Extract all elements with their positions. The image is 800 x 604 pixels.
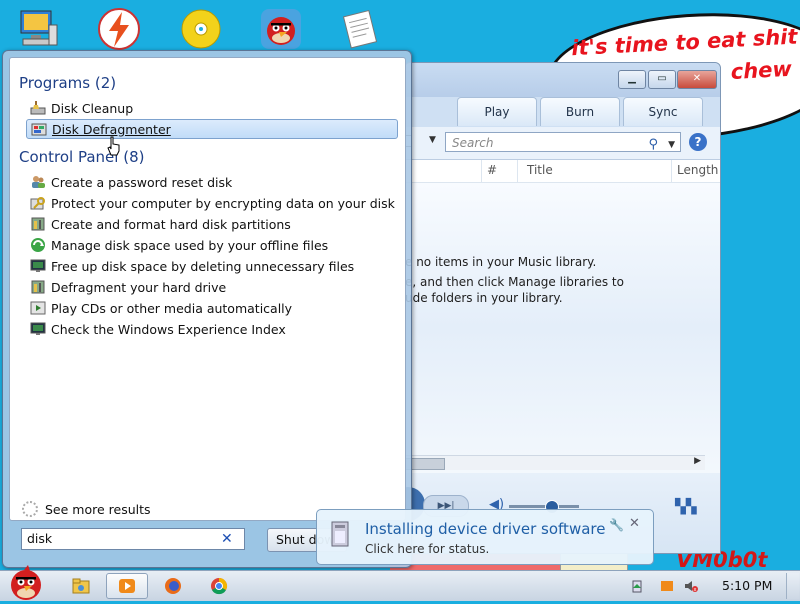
device-driver-icon bbox=[331, 521, 349, 547]
result-encrypt-disk[interactable]: Protect your computer by encrypting data… bbox=[26, 193, 398, 213]
column-divider bbox=[517, 160, 518, 182]
maximize-button[interactable]: ▭ bbox=[648, 70, 676, 89]
clock[interactable]: 5:10 PM bbox=[722, 578, 772, 593]
search-progress-icon bbox=[22, 501, 38, 517]
result-autoplay[interactable]: Play CDs or other media automatically bbox=[26, 298, 398, 318]
angry-bird-start-icon bbox=[11, 565, 41, 600]
result-disk-defragmenter[interactable]: Disk Defragmenter bbox=[26, 119, 398, 139]
column-divider bbox=[671, 160, 672, 182]
taskbar-explorer[interactable] bbox=[60, 573, 102, 599]
control-panel-header[interactable]: Control Panel (8) bbox=[19, 148, 144, 166]
document-icon[interactable] bbox=[338, 6, 384, 52]
media-player-icon bbox=[119, 579, 135, 593]
media-player-toolbar: ▼ Search ⚲ ▼ ? bbox=[405, 127, 720, 160]
empty-library-message-3: ude folders in your library. bbox=[405, 291, 563, 305]
horizontal-scrollbar[interactable]: ▶ bbox=[405, 455, 705, 470]
column-number[interactable]: # bbox=[487, 163, 497, 177]
tab-burn[interactable]: Burn bbox=[540, 97, 620, 126]
notification-status-link[interactable]: Click here for status. bbox=[365, 542, 489, 556]
flash-app-icon[interactable] bbox=[96, 6, 142, 52]
start-search-input[interactable]: disk bbox=[21, 528, 245, 550]
sync-center-icon bbox=[30, 237, 46, 253]
device-install-tray-icon[interactable] bbox=[630, 579, 644, 593]
close-button[interactable]: ✕ bbox=[677, 70, 717, 89]
result-free-up-space[interactable]: Free up disk space by deleting unnecessa… bbox=[26, 256, 398, 276]
switch-to-now-playing-icon[interactable]: ▚▚ bbox=[675, 499, 697, 515]
notification-close-icon[interactable]: ✕ bbox=[629, 516, 640, 531]
start-button[interactable] bbox=[6, 563, 46, 601]
media-search-input[interactable]: Search ⚲ ▼ bbox=[445, 132, 681, 152]
column-divider bbox=[481, 160, 482, 182]
taskbar-chrome[interactable] bbox=[198, 573, 240, 599]
result-defragment-drive[interactable]: Defragment your hard drive bbox=[26, 277, 398, 297]
tab-sync[interactable]: Sync bbox=[623, 97, 703, 126]
result-experience-index[interactable]: Check the Windows Experience Index bbox=[26, 319, 398, 339]
defragmenter-icon bbox=[31, 121, 47, 137]
media-player-tabs: Play Burn Sync bbox=[405, 97, 720, 127]
notification-title: Installing device driver software bbox=[365, 520, 606, 538]
result-disk-partitions[interactable]: Create and format hard disk partitions bbox=[26, 214, 398, 234]
taskbar-firefox[interactable] bbox=[152, 573, 194, 599]
chrome-icon bbox=[211, 577, 228, 595]
clear-search-icon[interactable]: ✕ bbox=[221, 531, 233, 547]
result-label: Protect your computer by encrypting data… bbox=[51, 195, 395, 211]
column-length[interactable]: Length bbox=[677, 163, 718, 177]
empty-library-message-1: e no items in your Music library. bbox=[405, 255, 597, 269]
key-icon bbox=[30, 195, 46, 211]
help-icon[interactable]: ? bbox=[689, 133, 707, 151]
column-title[interactable]: Title bbox=[527, 163, 553, 177]
minimize-button[interactable]: ▁ bbox=[618, 70, 646, 89]
programs-header[interactable]: Programs (2) bbox=[19, 74, 116, 92]
disk-cleanup-icon bbox=[30, 100, 46, 116]
library-column-headers: # Title Length bbox=[405, 160, 720, 183]
svg-text:x: x bbox=[694, 587, 697, 593]
search-placeholder: Search bbox=[452, 136, 494, 150]
media-player-window[interactable]: ▁ ▭ ✕ Play Burn Sync ▼ Search ⚲ ▼ ? # Ti… bbox=[391, 62, 721, 554]
result-label: Play CDs or other media automatically bbox=[51, 300, 293, 316]
folder-icon bbox=[72, 578, 90, 594]
firefox-icon bbox=[165, 578, 181, 594]
volume-slider[interactable] bbox=[509, 505, 579, 508]
media-player-titlebar[interactable]: ▁ ▭ ✕ bbox=[405, 63, 720, 97]
result-label: Check the Windows Experience Index bbox=[51, 321, 286, 337]
driver-install-notification[interactable]: Installing device driver software Click … bbox=[316, 509, 654, 565]
computer-icon[interactable] bbox=[14, 6, 60, 52]
result-label: Free up disk space by deleting unnecessa… bbox=[51, 258, 355, 274]
taskbar: x 5:10 PM bbox=[0, 565, 800, 601]
result-label: Defragment your hard drive bbox=[51, 279, 227, 295]
result-disk-cleanup[interactable]: Disk Cleanup bbox=[26, 98, 398, 118]
result-label: Create and format hard disk partitions bbox=[51, 216, 291, 232]
taskbar-media-player[interactable] bbox=[106, 573, 148, 599]
admin-tools-icon bbox=[30, 279, 46, 295]
result-offline-files[interactable]: Manage disk space used by your offline f… bbox=[26, 235, 398, 255]
chevron-down-icon[interactable]: ▼ bbox=[429, 135, 436, 145]
show-desktop-button[interactable] bbox=[786, 573, 799, 599]
search-icon[interactable]: ⚲ bbox=[648, 135, 658, 155]
angry-bird-icon[interactable] bbox=[258, 6, 304, 52]
start-menu: Programs (2) Disk Cleanup Disk Defragmen… bbox=[2, 50, 412, 568]
result-label: Disk Cleanup bbox=[51, 100, 134, 116]
search-results-panel: Programs (2) Disk Cleanup Disk Defragmen… bbox=[9, 57, 406, 521]
tab-play[interactable]: Play bbox=[457, 97, 537, 126]
monitor-icon bbox=[30, 321, 46, 337]
admin-tools-icon bbox=[30, 216, 46, 232]
autoplay-icon bbox=[30, 300, 46, 316]
monitor-icon bbox=[30, 258, 46, 274]
empty-library-message-2: e, and then click Manage libraries to bbox=[405, 275, 624, 289]
disc-icon[interactable] bbox=[178, 6, 224, 52]
scroll-right-icon[interactable]: ▶ bbox=[694, 456, 701, 466]
result-label: Manage disk space used by your offline f… bbox=[51, 237, 329, 253]
library-content: e no items in your Music library. e, and… bbox=[405, 183, 720, 473]
see-more-label: See more results bbox=[45, 501, 151, 517]
volume-muted-icon[interactable]: x bbox=[684, 579, 698, 593]
see-more-results-link[interactable]: See more results bbox=[22, 501, 151, 517]
hand-cursor-icon bbox=[107, 136, 120, 156]
result-password-reset-disk[interactable]: Create a password reset disk bbox=[26, 172, 398, 192]
result-label: Create a password reset disk bbox=[51, 174, 233, 190]
action-center-icon[interactable] bbox=[660, 579, 674, 593]
search-dropdown-icon[interactable]: ▼ bbox=[668, 135, 675, 155]
result-label: Disk Defragmenter bbox=[52, 121, 171, 137]
wrench-icon[interactable]: 🔧 bbox=[609, 518, 624, 532]
users-icon bbox=[30, 174, 46, 190]
